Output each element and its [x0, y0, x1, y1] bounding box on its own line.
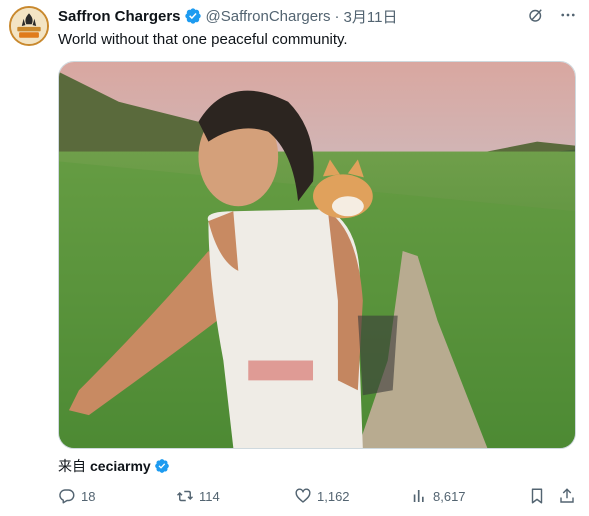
- author-handle[interactable]: @SaffronChargers: [206, 8, 331, 25]
- like-count: 1,162: [317, 488, 350, 504]
- more-icon[interactable]: [559, 6, 577, 24]
- action-bar: 18 114 1,162 8,617: [58, 484, 576, 508]
- post-date[interactable]: 3月11日: [344, 6, 398, 27]
- views-button[interactable]: 8,617: [410, 484, 466, 508]
- views-count: 8,617: [433, 488, 466, 504]
- verified-badge-icon: [184, 8, 201, 24]
- verified-badge-icon: [154, 459, 169, 473]
- repost-count: 114: [199, 488, 220, 504]
- source-prefix: 来自: [58, 458, 86, 474]
- separator-dot: ·: [334, 7, 340, 25]
- bookmark-button[interactable]: [528, 484, 546, 508]
- like-button[interactable]: 1,162: [294, 484, 350, 508]
- source-attribution: 来自 ceciarmy: [58, 456, 170, 476]
- grok-icon[interactable]: [527, 6, 545, 24]
- post-text: World without that one peaceful communit…: [58, 31, 348, 48]
- share-icon: [560, 488, 574, 503]
- tweet: Saffron Chargers @SaffronChargers · 3月11…: [0, 0, 589, 516]
- repost-button[interactable]: 114: [176, 484, 220, 508]
- video-frame: [59, 62, 575, 448]
- repost-icon: [176, 490, 194, 502]
- source-user[interactable]: ceciarmy: [90, 458, 151, 474]
- views-icon: [413, 490, 424, 502]
- heart-icon: [295, 488, 311, 503]
- avatar[interactable]: [9, 6, 49, 46]
- reply-icon: [59, 489, 75, 504]
- saffron-chargers-logo-icon: [11, 8, 47, 44]
- post-video[interactable]: [58, 61, 576, 449]
- header-icons: [527, 6, 577, 24]
- tweet-header: Saffron Chargers @SaffronChargers · 3月11…: [58, 6, 577, 26]
- reply-count: 18: [81, 488, 96, 504]
- share-button[interactable]: [558, 484, 576, 508]
- reply-button[interactable]: 18: [58, 484, 95, 508]
- bookmark-icon: [531, 488, 543, 504]
- author-name[interactable]: Saffron Chargers: [58, 8, 181, 25]
